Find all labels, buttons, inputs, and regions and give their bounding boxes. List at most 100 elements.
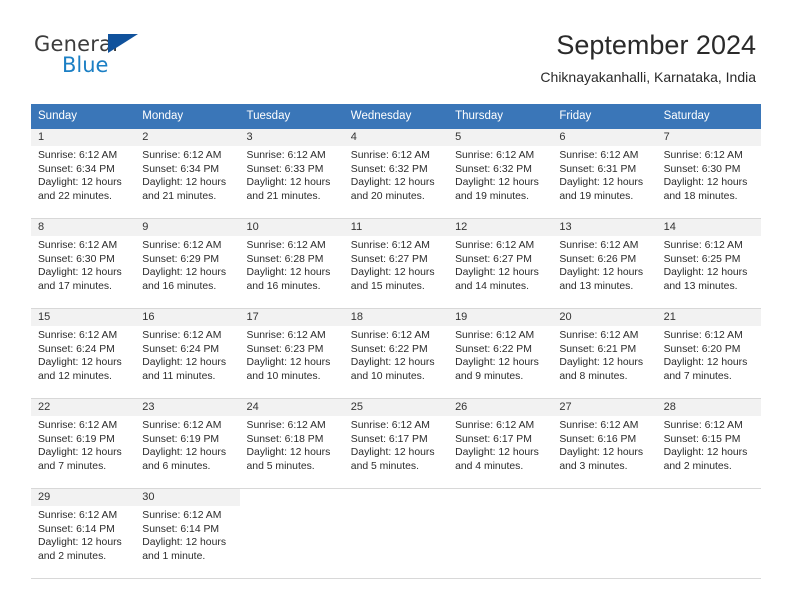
daylight-text-line1: Daylight: 12 hours xyxy=(455,267,539,279)
sunset-text: Sunset: 6:34 PM xyxy=(142,163,220,175)
day-cell[interactable]: 6 Sunrise: 6:12 AM Sunset: 6:31 PM Dayli… xyxy=(552,129,657,218)
day-details: Sunrise: 6:12 AM Sunset: 6:22 PM Dayligh… xyxy=(344,326,448,383)
daylight-text-line2: and 5 minutes. xyxy=(246,460,315,472)
sunrise-text: Sunrise: 6:12 AM xyxy=(38,150,118,161)
day-cell[interactable]: 26 Sunrise: 6:12 AM Sunset: 6:17 PM Dayl… xyxy=(448,399,553,488)
calendar-grid: Sunday Monday Tuesday Wednesday Thursday… xyxy=(31,104,761,579)
day-cell[interactable]: 28 Sunrise: 6:12 AM Sunset: 6:15 PM Dayl… xyxy=(656,399,761,488)
day-details: Sunrise: 6:12 AM Sunset: 6:19 PM Dayligh… xyxy=(31,416,135,473)
sunrise-text: Sunrise: 6:12 AM xyxy=(350,240,430,251)
day-details: Sunrise: 6:12 AM Sunset: 6:21 PM Dayligh… xyxy=(552,326,656,383)
day-number: 25 xyxy=(343,399,449,416)
daylight-text-line1: Daylight: 12 hours xyxy=(38,357,122,369)
day-cell[interactable]: 4 Sunrise: 6:12 AM Sunset: 6:32 PM Dayli… xyxy=(343,129,449,218)
day-number: 10 xyxy=(239,219,344,236)
sunset-text: Sunset: 6:29 PM xyxy=(142,253,220,265)
sunset-text: Sunset: 6:31 PM xyxy=(559,163,637,175)
sunrise-text: Sunrise: 6:12 AM xyxy=(455,240,535,251)
day-number: 3 xyxy=(239,129,344,146)
day-number: 11 xyxy=(343,219,449,236)
day-cell[interactable]: 23 Sunrise: 6:12 AM Sunset: 6:19 PM Dayl… xyxy=(135,399,240,488)
day-cell[interactable]: 10 Sunrise: 6:12 AM Sunset: 6:28 PM Dayl… xyxy=(239,219,344,308)
day-cell[interactable]: 2 Sunrise: 6:12 AM Sunset: 6:34 PM Dayli… xyxy=(135,129,240,218)
daylight-text-line1: Daylight: 12 hours xyxy=(559,447,644,459)
day-cell[interactable]: 25 Sunrise: 6:12 AM Sunset: 6:17 PM Dayl… xyxy=(343,399,449,488)
sunset-text: Sunset: 6:27 PM xyxy=(350,253,428,265)
daylight-text-line1: Daylight: 12 hours xyxy=(246,447,331,459)
day-cell-empty xyxy=(656,489,761,578)
weekday-header-friday: Friday xyxy=(559,110,592,122)
sunrise-text: Sunrise: 6:12 AM xyxy=(455,150,535,161)
day-details: Sunrise: 6:12 AM Sunset: 6:29 PM Dayligh… xyxy=(135,236,239,293)
day-cell[interactable]: 1 Sunrise: 6:12 AM Sunset: 6:34 PM Dayli… xyxy=(31,129,136,218)
day-cell[interactable]: 16 Sunrise: 6:12 AM Sunset: 6:24 PM Dayl… xyxy=(135,309,240,398)
daylight-text-line2: and 2 minutes. xyxy=(38,550,107,562)
day-cell[interactable]: 5 Sunrise: 6:12 AM Sunset: 6:32 PM Dayli… xyxy=(448,129,553,218)
day-details: Sunrise: 6:12 AM Sunset: 6:22 PM Dayligh… xyxy=(448,326,552,383)
sunrise-text: Sunrise: 6:12 AM xyxy=(559,420,639,431)
day-number: 19 xyxy=(448,309,553,326)
day-cell[interactable]: 27 Sunrise: 6:12 AM Sunset: 6:16 PM Dayl… xyxy=(552,399,657,488)
day-cell[interactable]: 13 Sunrise: 6:12 AM Sunset: 6:26 PM Dayl… xyxy=(552,219,657,308)
daylight-text-line1: Daylight: 12 hours xyxy=(559,267,644,279)
day-cell[interactable]: 21 Sunrise: 6:12 AM Sunset: 6:20 PM Dayl… xyxy=(656,309,761,398)
sunrise-text: Sunrise: 6:12 AM xyxy=(38,330,118,341)
daylight-text-line2: and 19 minutes. xyxy=(455,190,529,202)
day-cell[interactable]: 17 Sunrise: 6:12 AM Sunset: 6:23 PM Dayl… xyxy=(239,309,344,398)
weekday-header-saturday: Saturday xyxy=(663,110,710,122)
sunset-text: Sunset: 6:24 PM xyxy=(142,343,220,355)
day-cell[interactable]: 19 Sunrise: 6:12 AM Sunset: 6:22 PM Dayl… xyxy=(448,309,553,398)
sunset-text: Sunset: 6:15 PM xyxy=(663,433,741,445)
day-details: Sunrise: 6:12 AM Sunset: 6:32 PM Dayligh… xyxy=(448,146,552,203)
day-cell[interactable]: 14 Sunrise: 6:12 AM Sunset: 6:25 PM Dayl… xyxy=(656,219,761,308)
day-cell[interactable]: 15 Sunrise: 6:12 AM Sunset: 6:24 PM Dayl… xyxy=(31,309,136,398)
day-details: Sunrise: 6:12 AM Sunset: 6:14 PM Dayligh… xyxy=(135,506,239,563)
day-number: 24 xyxy=(239,399,344,416)
day-details: Sunrise: 6:12 AM Sunset: 6:28 PM Dayligh… xyxy=(240,236,344,293)
day-number: 6 xyxy=(552,129,657,146)
sunrise-text: Sunrise: 6:12 AM xyxy=(663,150,743,161)
generalblue-logo[interactable]: General Blue xyxy=(34,32,164,84)
daylight-text-line2: and 4 minutes. xyxy=(455,460,524,472)
daylight-text-line1: Daylight: 12 hours xyxy=(38,177,122,189)
sunset-text: Sunset: 6:33 PM xyxy=(246,163,324,175)
sunrise-text: Sunrise: 6:12 AM xyxy=(142,420,222,431)
day-cell[interactable]: 24 Sunrise: 6:12 AM Sunset: 6:18 PM Dayl… xyxy=(239,399,344,488)
daylight-text-line2: and 14 minutes. xyxy=(455,280,529,292)
calendar-page: General Blue September 2024 Chiknayakanh… xyxy=(0,0,792,612)
daylight-text-line2: and 20 minutes. xyxy=(350,190,425,202)
day-details: Sunrise: 6:12 AM Sunset: 6:23 PM Dayligh… xyxy=(240,326,344,383)
day-cell[interactable]: 18 Sunrise: 6:12 AM Sunset: 6:22 PM Dayl… xyxy=(343,309,449,398)
daylight-text-line1: Daylight: 12 hours xyxy=(559,177,644,189)
day-cell[interactable]: 20 Sunrise: 6:12 AM Sunset: 6:21 PM Dayl… xyxy=(552,309,657,398)
daylight-text-line1: Daylight: 12 hours xyxy=(246,357,331,369)
sunrise-text: Sunrise: 6:12 AM xyxy=(663,330,743,341)
sunrise-text: Sunrise: 6:12 AM xyxy=(142,240,222,251)
sunrise-text: Sunrise: 6:12 AM xyxy=(559,330,639,341)
day-details: Sunrise: 6:12 AM Sunset: 6:30 PM Dayligh… xyxy=(657,146,761,203)
week-row: 15 Sunrise: 6:12 AM Sunset: 6:24 PM Dayl… xyxy=(31,309,761,399)
day-cell[interactable]: 8 Sunrise: 6:12 AM Sunset: 6:30 PM Dayli… xyxy=(31,219,136,308)
daylight-text-line1: Daylight: 12 hours xyxy=(663,267,748,279)
sunset-text: Sunset: 6:23 PM xyxy=(246,343,324,355)
week-row: 1 Sunrise: 6:12 AM Sunset: 6:34 PM Dayli… xyxy=(31,129,761,219)
day-details: Sunrise: 6:12 AM Sunset: 6:17 PM Dayligh… xyxy=(448,416,552,473)
day-number: 13 xyxy=(552,219,657,236)
day-cell[interactable]: 9 Sunrise: 6:12 AM Sunset: 6:29 PM Dayli… xyxy=(135,219,240,308)
day-details: Sunrise: 6:12 AM Sunset: 6:30 PM Dayligh… xyxy=(31,236,135,293)
weekday-header-tuesday: Tuesday xyxy=(246,110,291,122)
daylight-text-line1: Daylight: 12 hours xyxy=(142,447,227,459)
sunset-text: Sunset: 6:19 PM xyxy=(142,433,220,445)
day-cell[interactable]: 11 Sunrise: 6:12 AM Sunset: 6:27 PM Dayl… xyxy=(343,219,449,308)
day-cell[interactable]: 29 Sunrise: 6:12 AM Sunset: 6:14 PM Dayl… xyxy=(31,489,136,578)
day-cell[interactable]: 7 Sunrise: 6:12 AM Sunset: 6:30 PM Dayli… xyxy=(656,129,761,218)
day-cell[interactable]: 30 Sunrise: 6:12 AM Sunset: 6:14 PM Dayl… xyxy=(135,489,240,578)
day-details: Sunrise: 6:12 AM Sunset: 6:16 PM Dayligh… xyxy=(552,416,656,473)
day-cell[interactable]: 3 Sunrise: 6:12 AM Sunset: 6:33 PM Dayli… xyxy=(239,129,344,218)
daylight-text-line2: and 13 minutes. xyxy=(559,280,634,292)
sunrise-text: Sunrise: 6:12 AM xyxy=(38,510,118,521)
day-cell[interactable]: 22 Sunrise: 6:12 AM Sunset: 6:19 PM Dayl… xyxy=(31,399,136,488)
day-number: 26 xyxy=(448,399,553,416)
day-cell[interactable]: 12 Sunrise: 6:12 AM Sunset: 6:27 PM Dayl… xyxy=(448,219,553,308)
page-title: September 2024 xyxy=(556,30,756,60)
